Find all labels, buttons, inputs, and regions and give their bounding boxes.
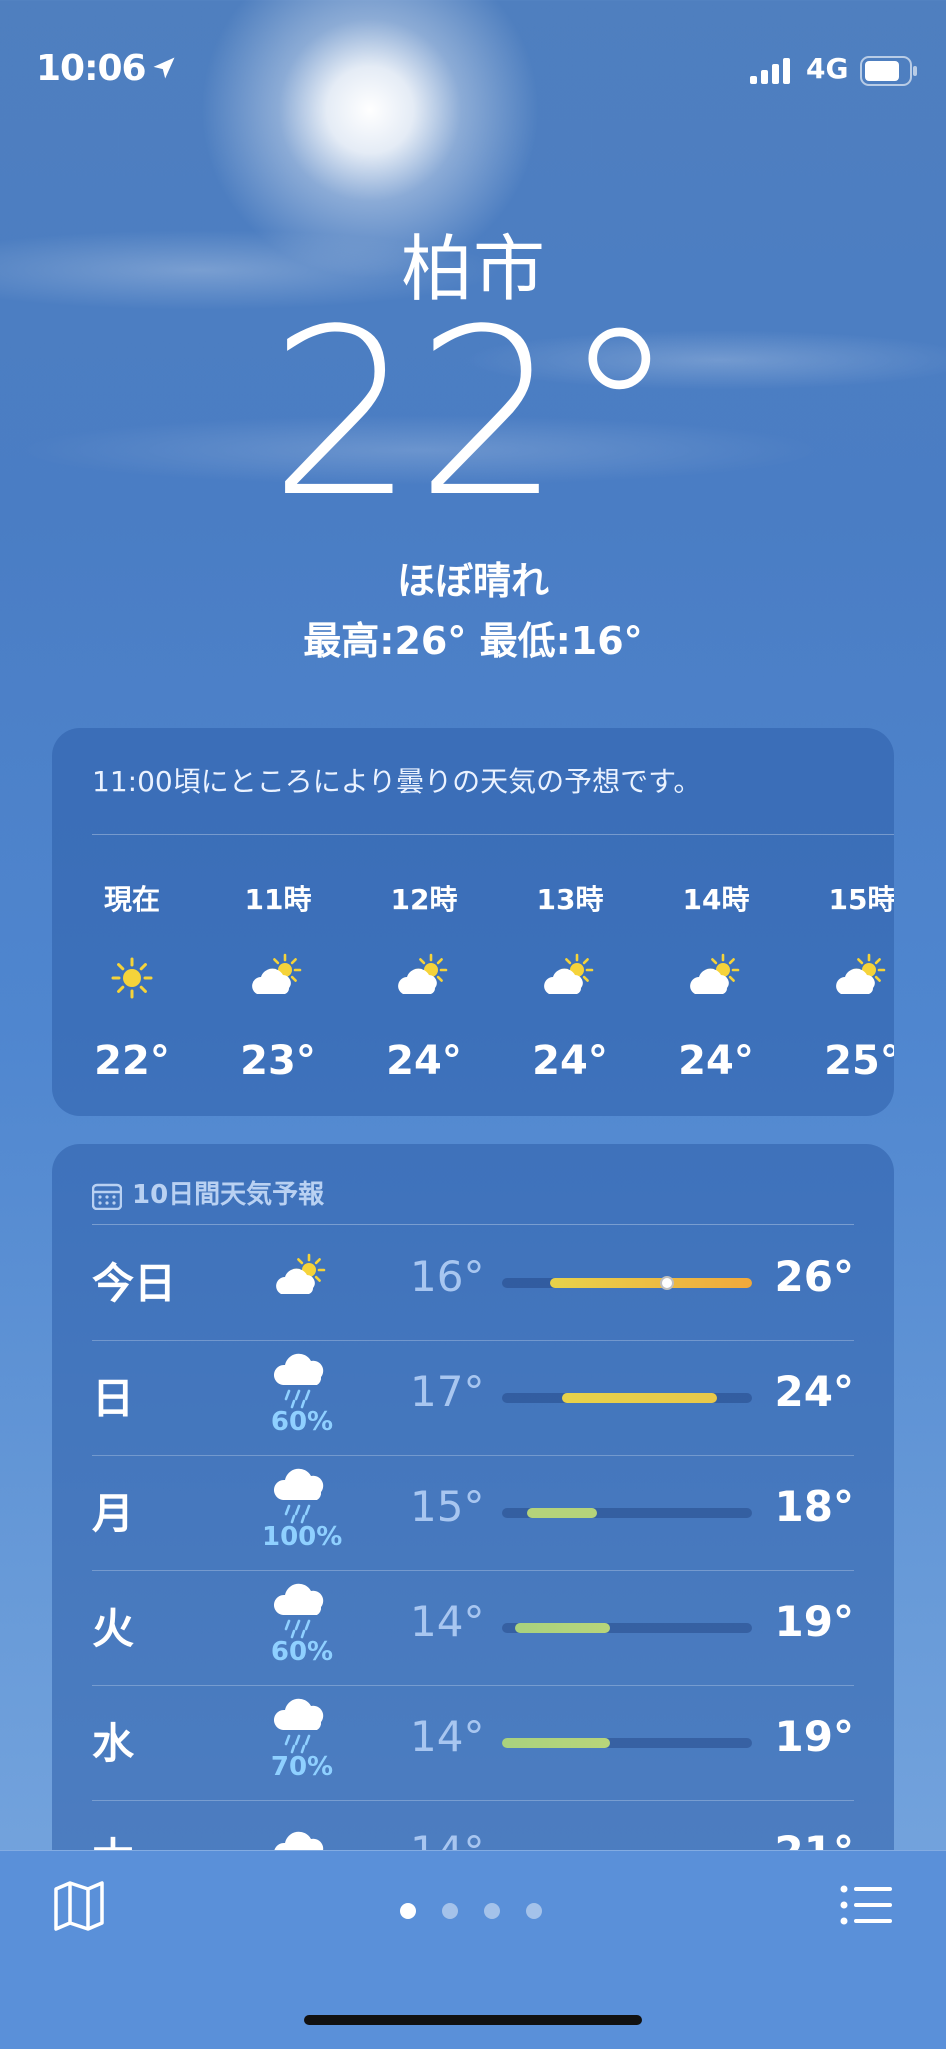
temperature-range-bar [502,1276,752,1290]
day-label: 日 [92,1374,135,1423]
temperature-range-fill [502,1738,610,1748]
hour-temperature: 22° [94,1038,170,1084]
weather-cell: 60% [262,1581,342,1667]
rain-icon [262,1696,342,1758]
page-indicator[interactable] [400,1903,568,1923]
divider [92,1224,854,1225]
high-temperature: 18° [774,1482,854,1531]
precipitation-chance: 100% [262,1522,343,1552]
weather-cell: 60% [262,1351,342,1437]
hour-temperature: 23° [240,1038,316,1084]
temperature-range-bar [502,1738,752,1748]
current-temperature: 22° [269,281,677,548]
day-label: 火 [92,1604,135,1653]
low-temperature: 15° [410,1482,485,1531]
calendar-icon [92,1183,122,1210]
temperature-range-fill [514,1623,610,1633]
hour-item: 13時 24° [520,878,620,1084]
weather-cell: 70% [262,1696,342,1782]
sun-icon [82,948,182,1008]
bottom-toolbar [0,1850,946,2049]
temperature-range-fill [549,1278,752,1288]
high-temperature: 24° [774,1367,854,1416]
high-low-text: 最高:26° 最低:16° [303,619,643,663]
hour-label: 13時 [536,883,604,916]
hour-label: 11時 [244,883,312,916]
temperature-range-bar [502,1623,752,1633]
day-row[interactable]: 月 100% 15° 18° [92,1456,854,1571]
day-row[interactable]: 火 60% 14° 19° [92,1571,854,1686]
temperature-range-fill [562,1393,717,1403]
partly-cloudy-icon [666,948,766,1008]
hour-label: 15時 [828,883,894,916]
divider [92,834,894,835]
location-arrow-icon [153,57,175,79]
hour-item: 12時 24° [374,878,474,1084]
rain-icon [262,1466,342,1528]
page-dot[interactable] [484,1903,500,1919]
hour-label: 12時 [390,883,458,916]
hour-temperature: 24° [386,1038,462,1084]
day-row[interactable]: 今日 16° 26° [92,1226,854,1341]
rain-icon [262,1351,342,1413]
temperature-range-fill [527,1508,597,1518]
status-bar: 10:06 4G [0,48,946,98]
precipitation-chance: 60% [270,1407,334,1437]
partly-cloudy-icon [228,948,328,1008]
list-icon[interactable] [840,1885,892,1925]
hour-temperature: 25° [824,1038,894,1084]
temperature-range-bar [502,1508,752,1518]
low-temperature: 16° [410,1252,485,1301]
partly-cloudy-icon [262,1248,342,1312]
low-temperature: 14° [410,1712,485,1761]
hour-label: 14時 [682,883,750,916]
battery-icon [860,56,917,86]
page-dot[interactable] [442,1903,458,1919]
hour-item: 15時 25° [812,878,894,1084]
hour-temperature: 24° [532,1038,608,1084]
hourly-summary: 11:00頃にところにより曇りの天気の予想です。 [92,765,702,798]
condition-text: ほぼ晴れ [396,559,549,603]
hour-item: 現在 22° [82,878,182,1084]
ten-day-title: 10日間天気予報 [132,1180,325,1210]
hour-item: 11時 23° [228,878,328,1084]
low-temperature: 14° [410,1597,485,1646]
day-label: 今日 [92,1259,177,1308]
network-type: 4G [806,52,849,85]
current-temp-marker [660,1276,674,1290]
map-icon[interactable] [52,1881,106,1931]
day-row[interactable]: 水 70% 14° 19° [92,1686,854,1801]
high-temperature: 26° [774,1252,854,1301]
precipitation-chance: 70% [270,1752,334,1782]
rain-icon [262,1581,342,1643]
page-dot[interactable] [526,1903,542,1919]
hour-item: 14時 24° [666,878,766,1084]
partly-cloudy-icon [812,948,894,1008]
ten-day-header: 10日間天気予報 [92,1174,324,1211]
signal-bars-icon [750,58,790,84]
high-temperature: 19° [774,1597,854,1646]
partly-cloudy-icon [374,948,474,1008]
status-time: 10:06 [36,48,147,89]
partly-cloudy-icon [520,948,620,1008]
weather-cell: 100% [262,1466,342,1552]
hourly-forecast-card[interactable]: 11:00頃にところにより曇りの天気の予想です。 現在 22° 11時 23° 12… [52,728,894,1116]
temperature-range-bar [502,1393,752,1403]
hour-temperature: 24° [678,1038,754,1084]
precipitation-chance: 60% [270,1637,334,1667]
high-temperature: 19° [774,1712,854,1761]
weather-cell [262,1248,342,1312]
home-indicator[interactable] [304,2015,642,2025]
day-label: 月 [92,1489,135,1538]
page-dot[interactable] [400,1903,416,1919]
day-label: 水 [92,1719,135,1768]
low-temperature: 17° [410,1367,485,1416]
day-row[interactable]: 日 60% 17° 24° [92,1341,854,1456]
hour-label: 現在 [103,883,160,916]
